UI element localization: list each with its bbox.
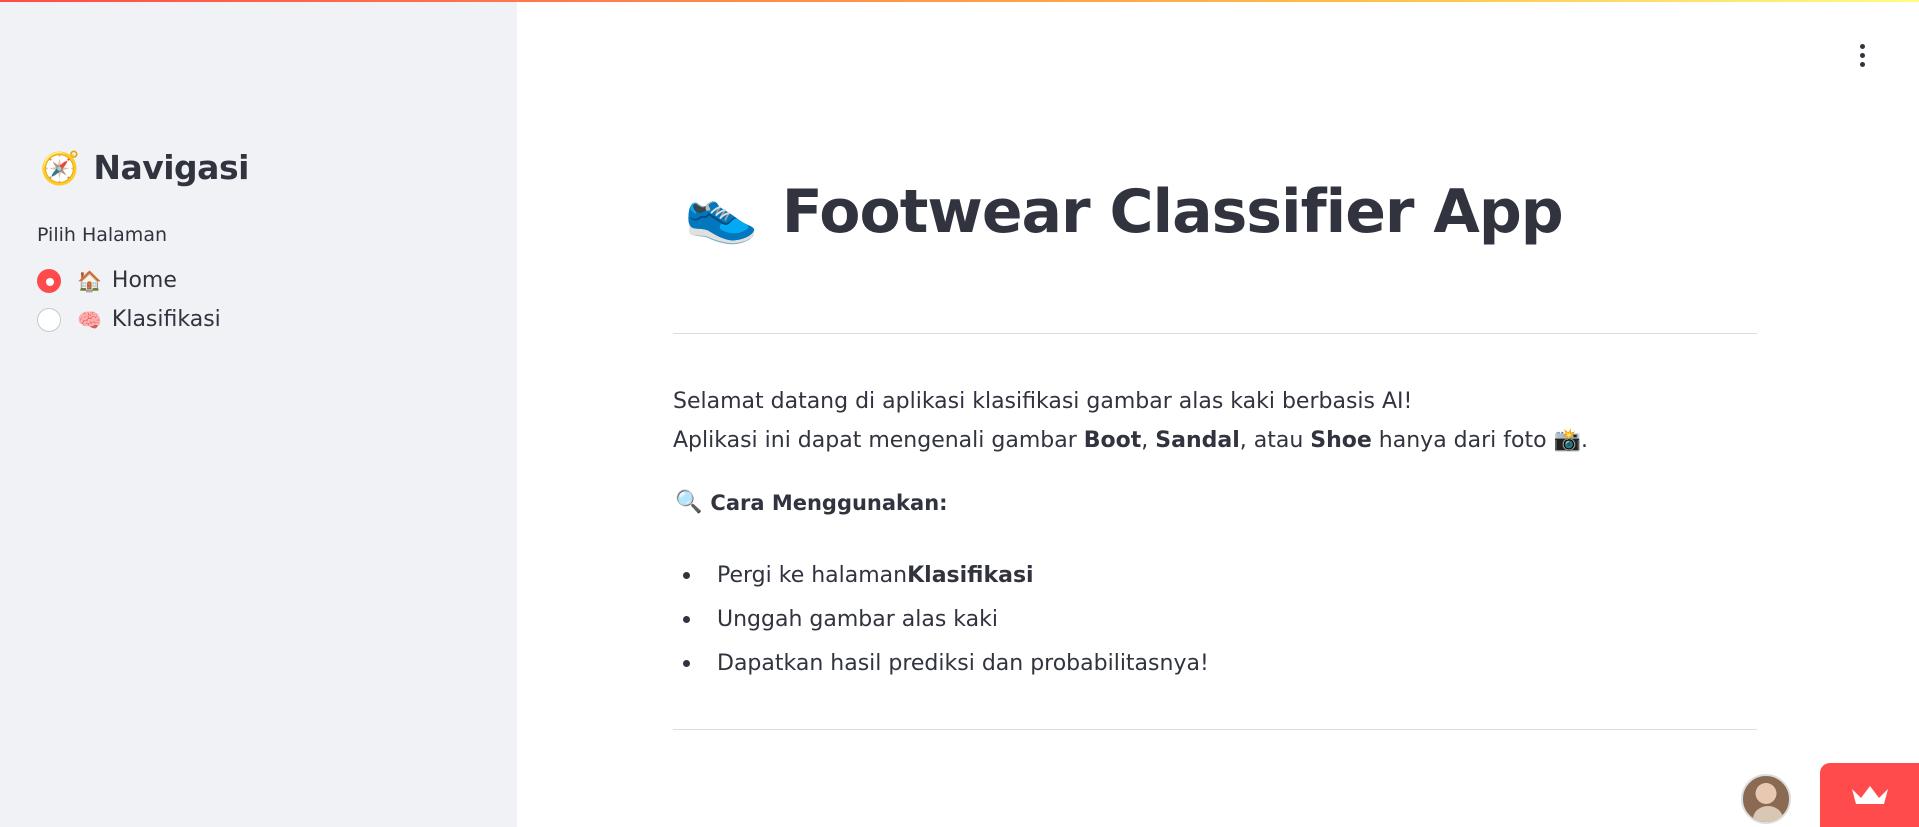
intro-line-1: Selamat datang di aplikasi klasifikasi g…	[673, 389, 1413, 414]
main-menu-button[interactable]	[1850, 40, 1874, 70]
how-to-title: Cara Menggunakan:	[710, 490, 948, 515]
page-title-text: Footwear Classifier App	[781, 176, 1564, 247]
vertical-ellipsis-dot	[1859, 52, 1865, 58]
how-to-heading: 🔍 Cara Menggunakan:	[675, 490, 948, 515]
radio-group-label: Pilih Halaman	[37, 224, 168, 246]
intro-line-2: Aplikasi ini dapat mengenali gambar Boot…	[673, 426, 1588, 457]
list-item: Dapatkan hasil prediksi dan probabilitas…	[673, 641, 1209, 685]
step-bold: Klasifikasi	[907, 562, 1034, 588]
class-shoe: Shoe	[1310, 428, 1372, 453]
step-text: Pergi ke halaman	[717, 562, 908, 588]
streamlit-badge-button[interactable]	[1820, 763, 1919, 827]
bullet-icon	[683, 571, 690, 579]
sneaker-icon: 👟	[684, 177, 759, 247]
user-avatar[interactable]	[1741, 774, 1791, 824]
divider	[673, 333, 1757, 334]
sidebar-title: 🧭 Navigasi	[40, 148, 249, 187]
house-icon: 🏠	[77, 268, 102, 293]
intro-text: hanya dari foto	[1371, 428, 1554, 453]
compass-icon: 🧭	[40, 148, 80, 187]
step-text: Unggah gambar alas kaki	[717, 606, 998, 632]
sidebar: 🧭 Navigasi Pilih Halaman 🏠 Home 🧠 Klasif…	[0, 0, 517, 827]
radio-button-home[interactable]	[37, 268, 61, 293]
bullet-icon	[683, 615, 690, 623]
vertical-ellipsis-icon	[1859, 43, 1865, 49]
radio-option-label: Home	[111, 268, 177, 293]
list-item: Pergi ke halaman Klasifikasi	[673, 553, 1209, 597]
radio-button-klasifikasi[interactable]	[37, 307, 61, 332]
intro-text: , atau	[1239, 428, 1311, 453]
intro-text: Aplikasi ini dapat mengenali gambar	[673, 428, 1084, 453]
camera-icon: 📸	[1553, 428, 1581, 453]
sidebar-title-text: Navigasi	[93, 148, 249, 187]
class-boot: Boot	[1083, 428, 1142, 453]
page-title: 👟 Footwear Classifier App	[684, 176, 1564, 248]
vertical-ellipsis-dot	[1859, 61, 1865, 67]
brain-icon: 🧠	[77, 307, 102, 332]
steps-list: Pergi ke halaman Klasifikasi Unggah gamb…	[673, 553, 1209, 685]
intro-text: .	[1580, 428, 1588, 453]
bullet-icon	[683, 659, 690, 667]
avatar-body	[1753, 806, 1783, 822]
top-decoration-bar	[0, 0, 1919, 2]
list-item: Unggah gambar alas kaki	[673, 597, 1209, 641]
class-sandal: Sandal	[1155, 428, 1240, 453]
divider	[673, 729, 1757, 730]
magnifier-icon: 🔍	[675, 490, 703, 515]
radio-option-klasifikasi[interactable]: 🧠 Klasifikasi	[37, 307, 221, 332]
crown-icon	[1851, 786, 1888, 804]
radio-option-home[interactable]: 🏠 Home	[37, 268, 177, 293]
intro-text: ,	[1141, 428, 1156, 453]
radio-option-label: Klasifikasi	[111, 307, 221, 332]
step-text: Dapatkan hasil prediksi dan probabilitas…	[717, 650, 1209, 676]
